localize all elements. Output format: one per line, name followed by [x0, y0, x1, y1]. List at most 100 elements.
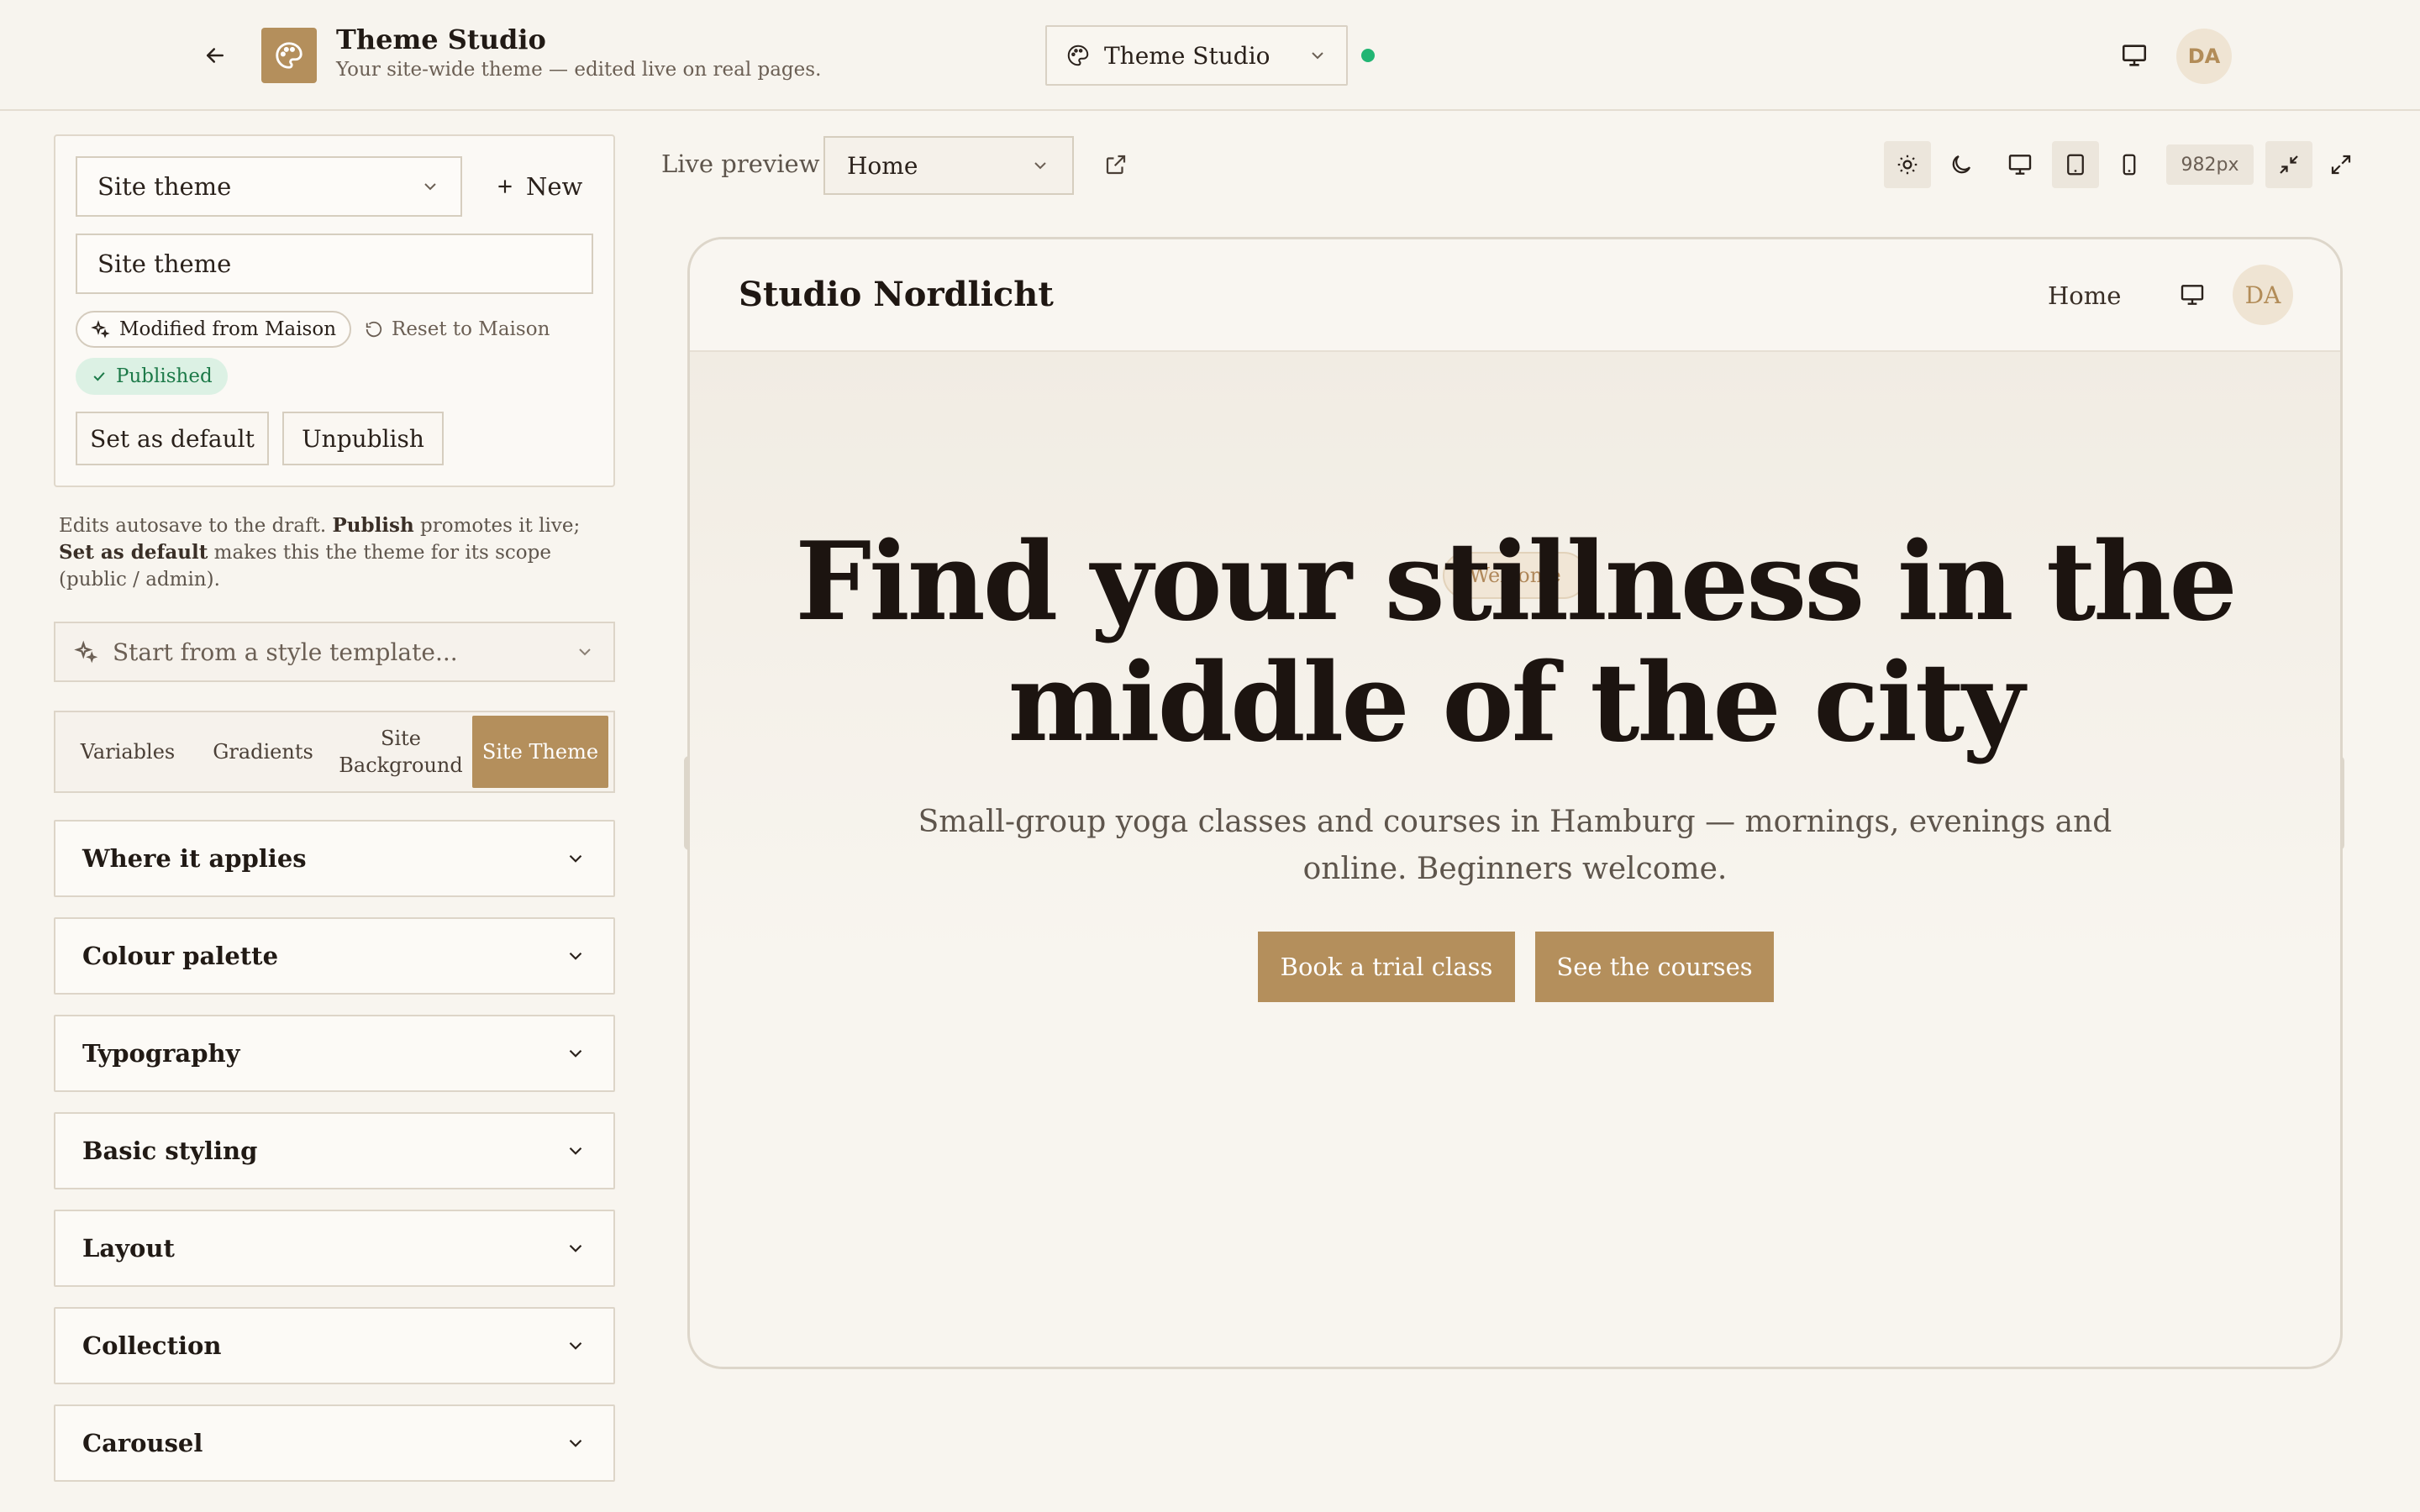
monitor-icon: [2008, 155, 2032, 175]
site-avatar[interactable]: DA: [2233, 265, 2293, 325]
sparkles-icon: [74, 640, 98, 664]
section-label: Collection: [82, 1331, 222, 1360]
app-subtitle: Your site-wide theme — edited live on re…: [336, 59, 822, 81]
section-layout[interactable]: Layout: [54, 1210, 615, 1287]
section-typography[interactable]: Typography: [54, 1015, 615, 1092]
desktop-view-button[interactable]: [1996, 141, 2044, 188]
user-avatar[interactable]: DA: [2176, 29, 2232, 84]
section-label: Carousel: [82, 1429, 203, 1457]
chevron-down-icon: [424, 183, 436, 191]
help-text: Edits autosave to the draft. Publish pro…: [59, 512, 605, 593]
chevron-down-icon: [569, 854, 582, 863]
top-bar: Theme Studio Your site-wide theme — edit…: [0, 0, 2420, 111]
published-label: Published: [116, 365, 213, 387]
chevron-down-icon: [1034, 162, 1046, 170]
monitor-icon: [2122, 45, 2147, 66]
site-brand[interactable]: Studio Nordlicht: [739, 275, 1054, 314]
help-text-part: promotes it live;: [413, 515, 581, 537]
arrow-left-icon: [207, 48, 224, 63]
reset-button[interactable]: Reset to Maison: [365, 312, 550, 346]
section-colour-palette[interactable]: Colour palette: [54, 917, 615, 995]
hero-headline: Find your stillness in the middle of the…: [795, 519, 2238, 766]
template-placeholder: Start from a style template...: [113, 638, 458, 666]
tab-gradients[interactable]: Gradients: [197, 716, 329, 788]
chevron-down-icon: [569, 1147, 582, 1155]
rotate-ccw-icon: [366, 321, 382, 338]
modified-badge: Modified from Maison: [76, 311, 352, 348]
theme-name-input[interactable]: [76, 234, 593, 294]
preview-width-label: 982px: [2166, 144, 2254, 185]
hero-subtitle: Small-group yoga classes and courses in …: [918, 805, 2112, 886]
site-monitor-button[interactable]: [2174, 276, 2211, 313]
theme-select-value: Site theme: [97, 172, 232, 201]
page-select-value: Home: [847, 151, 918, 180]
sun-icon: [1897, 155, 1918, 175]
chevron-down-icon: [569, 1244, 582, 1252]
section-label: Basic styling: [82, 1137, 258, 1165]
light-mode-button[interactable]: [1884, 141, 1931, 188]
preview-frame: Studio Nordlicht Home DA Welcome Find yo…: [687, 237, 2343, 1369]
smartphone-icon: [2123, 154, 2136, 176]
external-link-icon: [1106, 155, 1126, 175]
dark-mode-button[interactable]: [1938, 141, 1985, 188]
palette-logo-icon: [261, 28, 317, 83]
chevron-down-icon: [569, 1439, 582, 1447]
modified-label: Modified from Maison: [119, 318, 337, 340]
check-icon: [93, 372, 105, 381]
tablet-view-button[interactable]: [2052, 141, 2099, 188]
mobile-view-button[interactable]: [2106, 141, 2153, 188]
fullscreen-button[interactable]: [2317, 141, 2365, 188]
section-collection[interactable]: Collection: [54, 1307, 615, 1384]
editor-tabs: Variables Gradients Site Background Site…: [54, 711, 615, 793]
book-trial-button[interactable]: Book a trial class: [1258, 932, 1515, 1002]
tablet-icon: [2067, 154, 2084, 176]
site-nav-home[interactable]: Home: [2048, 281, 2121, 310]
help-set-default: Set as default: [59, 541, 208, 564]
section-basic-styling[interactable]: Basic styling: [54, 1112, 615, 1189]
palette-icon: [1067, 45, 1089, 66]
live-preview-label: Live preview: [661, 150, 820, 178]
tab-site-theme[interactable]: Site Theme: [472, 716, 608, 788]
reset-label: Reset to Maison: [392, 318, 550, 340]
open-external-button[interactable]: [1097, 146, 1134, 183]
site-header: Studio Nordlicht Home DA: [690, 239, 2340, 352]
minimize-button[interactable]: [2265, 141, 2312, 188]
see-courses-button[interactable]: See the courses: [1535, 932, 1774, 1002]
status-dot: [1361, 49, 1375, 62]
moon-icon: [1952, 155, 1971, 174]
preview-page-select[interactable]: Home: [823, 136, 1074, 195]
chevron-down-icon: [569, 1049, 582, 1058]
theme-select[interactable]: Site theme: [76, 156, 462, 217]
minimize-icon: [2280, 155, 2298, 174]
switcher-label: Theme Studio: [1104, 41, 1270, 70]
monitor-button[interactable]: [2116, 37, 2153, 74]
section-carousel[interactable]: Carousel: [54, 1404, 615, 1482]
section-label: Layout: [82, 1234, 175, 1263]
app-title: Theme Studio: [336, 24, 546, 55]
chevron-down-icon: [1312, 52, 1323, 60]
hero-headline-wrap: Find your stillness in the middle of the…: [740, 517, 2290, 764]
help-text-part: Edits autosave to the draft.: [59, 515, 333, 537]
theme-studio-switcher[interactable]: Theme Studio: [1045, 25, 1348, 86]
tab-site-background[interactable]: Site Background: [329, 716, 472, 788]
tab-variables[interactable]: Variables: [59, 716, 197, 788]
chevron-down-icon: [579, 648, 591, 656]
unpublish-button[interactable]: Unpublish: [282, 412, 444, 465]
plus-icon: [498, 180, 512, 193]
section-label: Colour palette: [82, 942, 279, 970]
style-template-select[interactable]: Start from a style template...: [54, 622, 615, 682]
chevron-down-icon: [569, 1341, 582, 1350]
sparkles-icon: [91, 320, 110, 339]
section-label: Where it applies: [82, 844, 307, 873]
set-default-button[interactable]: Set as default: [76, 412, 269, 465]
monitor-icon: [2181, 285, 2204, 305]
new-theme-button[interactable]: New: [487, 165, 589, 208]
maximize-icon: [2331, 155, 2351, 175]
section-where-it-applies[interactable]: Where it applies: [54, 820, 615, 897]
back-button[interactable]: [195, 37, 235, 74]
published-badge: Published: [76, 358, 228, 395]
help-publish: Publish: [332, 514, 414, 537]
new-label: New: [526, 172, 583, 201]
chevron-down-icon: [569, 952, 582, 960]
section-label: Typography: [82, 1039, 240, 1068]
